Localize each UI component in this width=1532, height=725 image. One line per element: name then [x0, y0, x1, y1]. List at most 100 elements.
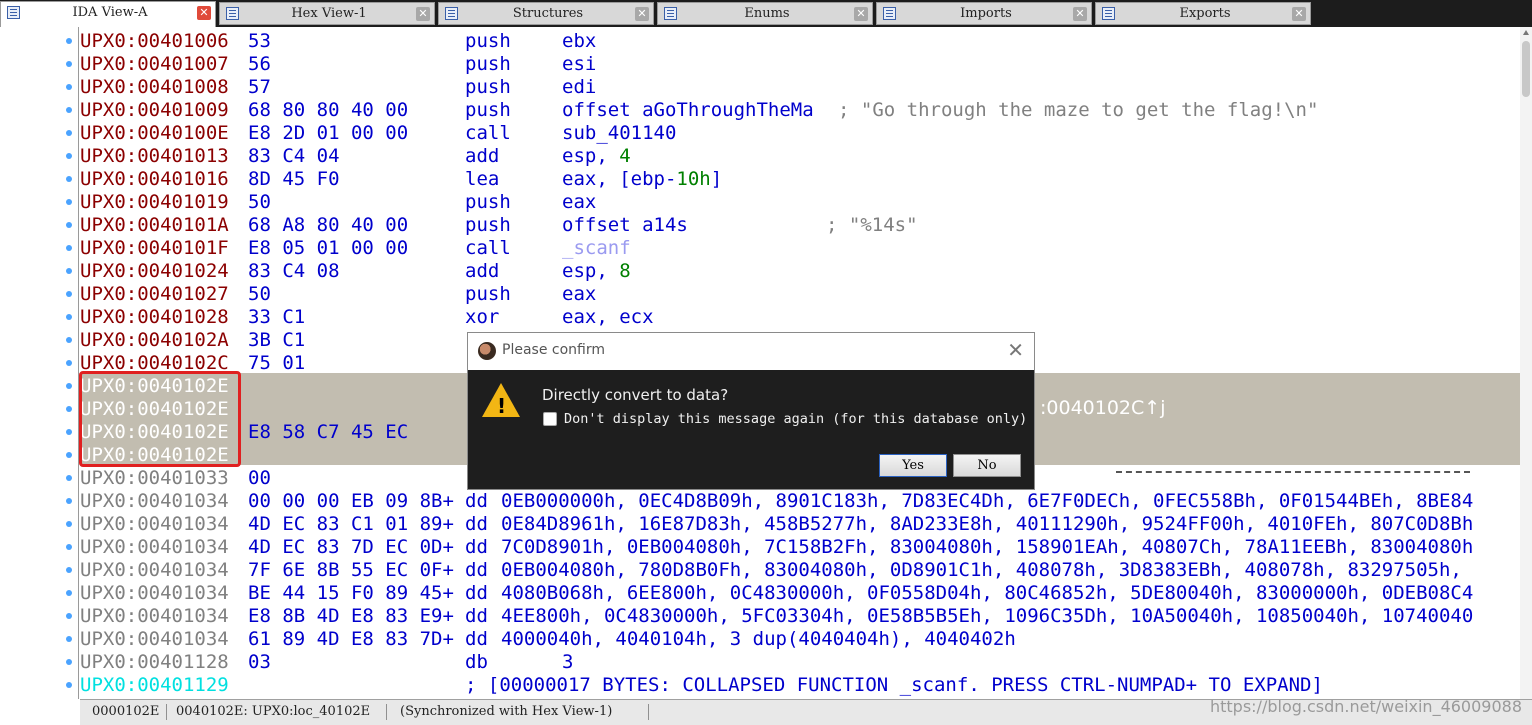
- tab-exports[interactable]: Exports ✕: [1095, 2, 1311, 25]
- line-marker-dot: [66, 268, 72, 274]
- tab-enums[interactable]: Enums ✕: [657, 2, 873, 25]
- listing-line[interactable]: UPX0:00401019 50 push eax: [80, 191, 1520, 214]
- dont-show-again-checkbox[interactable]: [543, 412, 557, 426]
- line-bytes: 83 C4 08: [248, 260, 340, 282]
- line-operand: 3: [562, 651, 574, 673]
- dialog-question: Directly convert to data?: [542, 386, 729, 404]
- close-icon[interactable]: ✕: [854, 7, 868, 21]
- line-bytes: BE 44 15 F0 89 45+: [248, 582, 454, 604]
- dont-show-again-label[interactable]: Don't display this message again (for th…: [564, 411, 1027, 427]
- tab-hex-view-1[interactable]: Hex View-1 ✕: [219, 2, 435, 25]
- line-operand: ebx: [562, 30, 597, 52]
- close-icon[interactable]: ✕: [197, 6, 211, 20]
- close-icon[interactable]: ✕: [635, 7, 649, 21]
- scroll-up-arrow-icon[interactable]: [1523, 30, 1529, 35]
- line-operand: 7C0D8901h, 0EB004080h, 7C158B2Fh, 830040…: [501, 536, 1474, 558]
- line-mnemonic: dd: [465, 582, 488, 604]
- line-bytes: 00 00 00 EB 09 8B+: [248, 490, 454, 512]
- listing-line[interactable]: UPX0:00401034 BE 44 15 F0 89 45+ dd 4080B06…: [80, 582, 1520, 605]
- listing-line[interactable]: UPX0:00401034 00 00 00 EB 09 8B+ dd 0EB0000…: [80, 490, 1520, 513]
- line-bytes: E8 05 01 00 00: [248, 237, 409, 259]
- listing-line[interactable]: UPX0:00401028 33 C1 xor eax, ecx: [80, 306, 1520, 329]
- listing-line[interactable]: UPX0:00401128 03 db 3: [80, 651, 1520, 674]
- no-button[interactable]: No: [953, 454, 1021, 477]
- line-mnemonic: call: [465, 122, 511, 144]
- tab-ida-view-a[interactable]: IDA View-A ✕: [0, 1, 216, 27]
- tab-label: Exports: [1179, 6, 1231, 21]
- listing-line[interactable]: UPX0:00401008 57 push edi: [80, 76, 1520, 99]
- line-address: UPX0:00401027: [80, 283, 229, 305]
- tab-imports[interactable]: Imports ✕: [876, 2, 1092, 25]
- listing-line[interactable]: UPX0:00401129 ; [00000017 BYTES: COLLAPSE…: [80, 674, 1520, 697]
- line-marker-dot: [66, 38, 72, 44]
- tab-label: Structures: [512, 6, 584, 21]
- line-operand: eax: [562, 191, 597, 213]
- line-number: 4: [619, 145, 631, 167]
- line-operand: eax, ecx: [562, 306, 654, 328]
- line-operand: 0EB004080h, 780D8B0Fh, 83004080h, 0D8901…: [501, 559, 1462, 581]
- line-address: UPX0:00401028: [80, 306, 229, 328]
- tab-view-icon: [883, 7, 896, 20]
- tab-view-icon: [7, 6, 20, 19]
- line-marker-dot: [66, 521, 72, 527]
- line-mnemonic: xor: [465, 306, 500, 328]
- yes-button[interactable]: Yes: [879, 454, 947, 477]
- line-mnemonic: push: [465, 214, 511, 236]
- dialog-titlebar[interactable]: Please confirm ✕: [468, 333, 1034, 370]
- line-mnemonic: dd: [465, 490, 488, 512]
- listing-line[interactable]: UPX0:00401016 8D 45 F0 lea eax, [ebp- 10h]: [80, 168, 1520, 191]
- listing-line[interactable]: UPX0:00401034 4D EC 83 7D EC 0D+ dd 7C0D890…: [80, 536, 1520, 559]
- watermark-text: https://blog.csdn.net/weixin_46009088: [1209, 697, 1522, 716]
- gutter-divider: [78, 27, 79, 699]
- line-address: UPX0:00401033: [80, 467, 229, 489]
- confirm-dialog: Please confirm ✕ ! Directly convert to d…: [467, 332, 1035, 490]
- status-separator: [166, 704, 167, 720]
- line-address: UPX0:00401034: [80, 582, 229, 604]
- tab-structures[interactable]: Structures ✕: [438, 2, 654, 25]
- line-address: UPX0:00401034: [80, 559, 229, 581]
- line-marker-dot: [66, 199, 72, 205]
- listing-line[interactable]: UPX0:0040101A 68 A8 80 40 00 push offset a1…: [80, 214, 1520, 237]
- vertical-scrollbar[interactable]: [1520, 27, 1532, 699]
- line-operand: esp,: [562, 145, 608, 167]
- line-bytes: 4D EC 83 7D EC 0D+: [248, 536, 454, 558]
- line-mnemonic: dd: [465, 628, 488, 650]
- line-bytes: 7F 6E 8B 55 EC 0F+: [248, 559, 454, 581]
- line-bytes: 68 A8 80 40 00: [248, 214, 409, 236]
- status-separator: [648, 704, 649, 720]
- listing-line[interactable]: UPX0:00401027 50 push eax: [80, 283, 1520, 306]
- line-marker-dot: [66, 544, 72, 550]
- line-bytes: 8D 45 F0: [248, 168, 340, 190]
- listing-line[interactable]: UPX0:00401009 68 80 80 40 00 push offset aG…: [80, 99, 1520, 122]
- line-mnemonic: db: [465, 651, 488, 673]
- line-bytes: 53: [248, 30, 271, 52]
- listing-line[interactable]: UPX0:00401034 7F 6E 8B 55 EC 0F+ dd 0EB0040…: [80, 559, 1520, 582]
- line-address: UPX0:00401019: [80, 191, 229, 213]
- line-number: 8: [619, 260, 631, 282]
- line-address: UPX0:00401034: [80, 536, 229, 558]
- listing-line[interactable]: UPX0:0040101F E8 05 01 00 00 call _scanf: [80, 237, 1520, 260]
- listing-line[interactable]: UPX0:00401024 83 C4 08 add esp, 8: [80, 260, 1520, 283]
- listing-line[interactable]: UPX0:00401034 E8 8B 4D E8 83 E9+ dd 4EE800h…: [80, 605, 1520, 628]
- listing-line[interactable]: UPX0:00401034 4D EC 83 C1 01 89+ dd 0E84D89…: [80, 513, 1520, 536]
- listing-line[interactable]: UPX0:00401013 83 C4 04 add esp, 4: [80, 145, 1520, 168]
- close-icon[interactable]: ✕: [1292, 7, 1306, 21]
- close-icon[interactable]: ✕: [416, 7, 430, 21]
- line-address: UPX0:0040102A: [80, 329, 229, 351]
- line-marker-dot: [66, 590, 72, 596]
- line-address: UPX0:00401008: [80, 76, 229, 98]
- close-icon[interactable]: ✕: [1007, 339, 1024, 361]
- scrollbar-thumb[interactable]: [1522, 41, 1530, 97]
- line-comment: ; "Go through the maze to get the flag!\…: [838, 99, 1319, 121]
- line-marker-dot: [66, 61, 72, 67]
- listing-line[interactable]: UPX0:00401034 61 89 4D E8 83 7D+ dd 4000040…: [80, 628, 1520, 651]
- listing-line[interactable]: UPX0:00401007 56 push esi: [80, 53, 1520, 76]
- listing-line[interactable]: UPX0:00401006 53 push ebx: [80, 30, 1520, 53]
- line-marker-dot: [66, 452, 72, 458]
- tab-label: Imports: [960, 6, 1012, 21]
- line-marker-dot: [66, 659, 72, 665]
- tab-label: Hex View-1: [291, 6, 367, 21]
- close-icon[interactable]: ✕: [1073, 7, 1087, 21]
- listing-line[interactable]: UPX0:0040100E E8 2D 01 00 00 call sub_40114…: [80, 122, 1520, 145]
- line-operand: 0E84D8961h, 16E87D83h, 458B5277h, 8AD233…: [501, 513, 1474, 535]
